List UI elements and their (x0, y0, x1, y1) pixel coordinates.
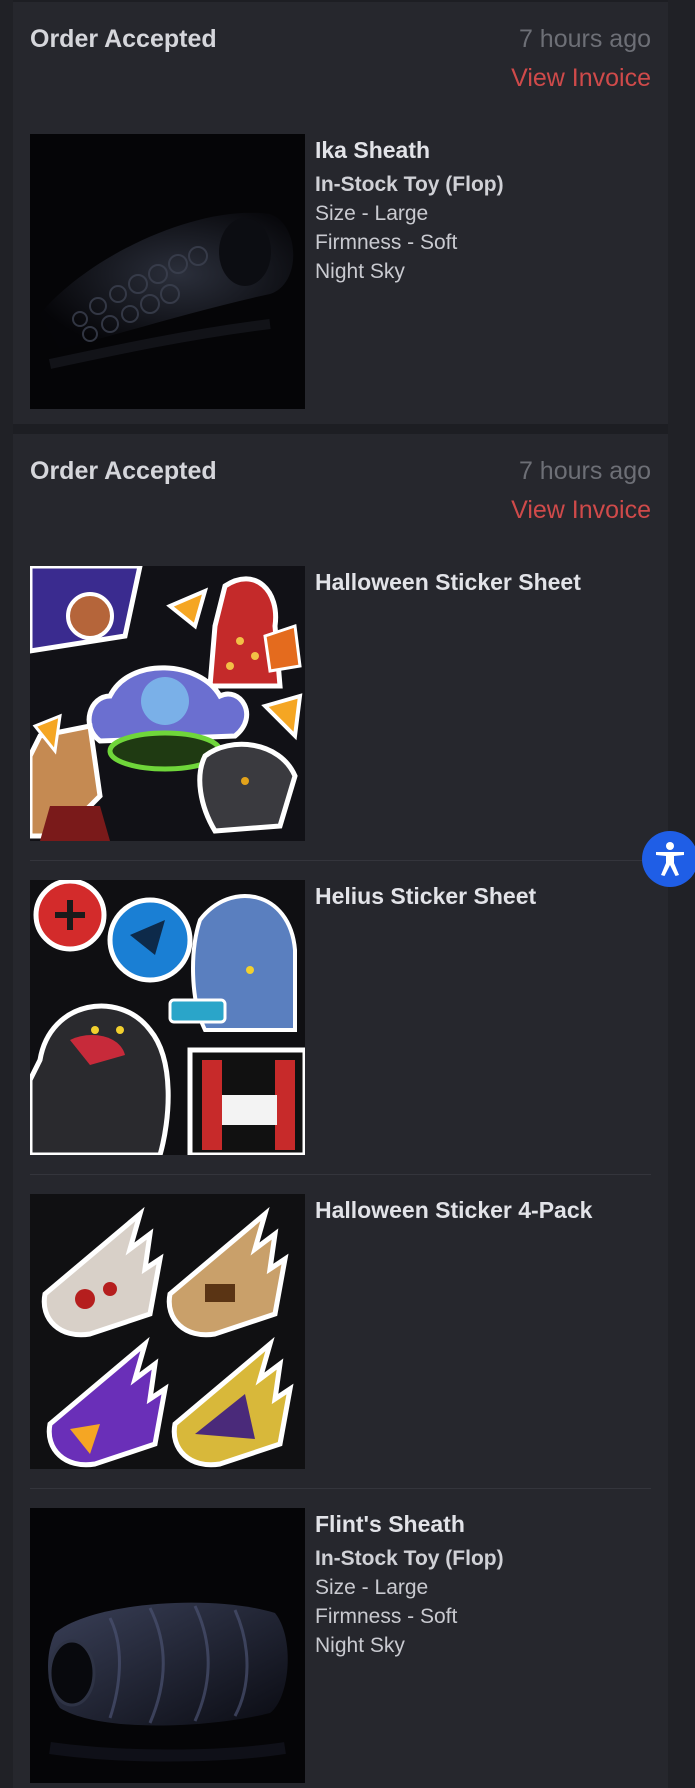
dark-sheath-photo (30, 1508, 305, 1783)
halloween-sticker-4-pack-art (30, 1194, 305, 1469)
order-timestamp: 7 hours ago (518, 457, 651, 485)
order-item[interactable]: Halloween Sticker Sheet (30, 566, 651, 842)
helius-sticker-sheet-art (30, 880, 305, 1155)
order-card: Order Accepted 7 hours ago View Invoice (13, 2, 668, 424)
item-firmness: Firmness - Soft (315, 231, 458, 254)
view-invoice-link[interactable]: View Invoice (511, 491, 651, 530)
item-title[interactable]: Ika Sheath (315, 134, 651, 166)
item-size: Size - Large (315, 1576, 429, 1599)
item-variant-type: In-Stock Toy (Flop) (315, 173, 504, 196)
order-timestamp: 7 hours ago (518, 25, 651, 53)
order-item[interactable]: Halloween Sticker 4-Pack (30, 1194, 651, 1470)
item-firmness: Firmness - Soft (315, 1605, 458, 1628)
product-image[interactable] (30, 134, 305, 409)
item-title[interactable]: Halloween Sticker Sheet (315, 566, 651, 598)
item-info: Ika Sheath In-Stock Toy (Flop) Size - La… (315, 134, 651, 286)
item-divider (30, 1174, 651, 1175)
order-item[interactable]: Helius Sticker Sheet (30, 880, 651, 1156)
item-divider (30, 860, 651, 861)
product-image[interactable] (30, 566, 305, 841)
item-title[interactable]: Flint's Sheath (315, 1508, 651, 1540)
product-image[interactable] (30, 1194, 305, 1469)
item-title[interactable]: Helius Sticker Sheet (315, 880, 651, 912)
item-size: Size - Large (315, 202, 429, 225)
accessibility-icon (656, 842, 684, 876)
order-status: Order Accepted (30, 457, 217, 485)
item-info: Halloween Sticker 4-Pack (315, 1194, 651, 1230)
order-item[interactable]: Ika Sheath In-Stock Toy (Flop) Size - La… (30, 134, 651, 410)
order-item[interactable]: Flint's Sheath In-Stock Toy (Flop) Size … (30, 1508, 651, 1784)
order-status: Order Accepted (30, 25, 217, 53)
view-invoice-link[interactable]: View Invoice (511, 59, 651, 98)
product-image[interactable] (30, 1508, 305, 1783)
item-color: Night Sky (315, 1634, 405, 1657)
dark-tentacle-sheath-photo (30, 134, 305, 409)
item-color: Night Sky (315, 260, 405, 283)
order-header: Order Accepted 7 hours ago View Invoice (30, 20, 651, 100)
item-info: Halloween Sticker Sheet (315, 566, 651, 602)
item-info: Helius Sticker Sheet (315, 880, 651, 916)
accessibility-button[interactable] (642, 831, 695, 887)
orders-page: Order Accepted 7 hours ago View Invoice (13, 0, 668, 1788)
halloween-sticker-sheet-art (30, 566, 305, 841)
order-header: Order Accepted 7 hours ago View Invoice (30, 452, 651, 532)
item-info: Flint's Sheath In-Stock Toy (Flop) Size … (315, 1508, 651, 1660)
item-title[interactable]: Halloween Sticker 4-Pack (315, 1194, 651, 1226)
order-card: Order Accepted 7 hours ago View Invoice (13, 434, 668, 1788)
product-image[interactable] (30, 880, 305, 1155)
item-divider (30, 1488, 651, 1489)
item-variant-type: In-Stock Toy (Flop) (315, 1547, 504, 1570)
